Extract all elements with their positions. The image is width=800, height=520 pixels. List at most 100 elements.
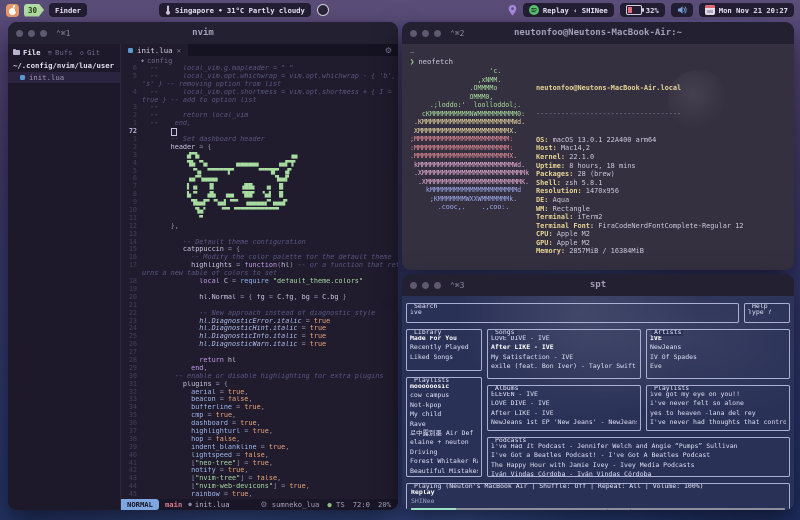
- podcasts-box[interactable]: Podcasts I've Had It Podcast - Jennifer …: [487, 437, 790, 477]
- zoom-button[interactable]: [434, 30, 441, 37]
- code-line: 9 ▜▙▄▛▘▝▚▄▌▝▀▘ ▗▄▄▄▄▞▘▄▄▟▘: [121, 199, 398, 207]
- code-line: 23 hl.DiagnosticError.italic = true: [121, 318, 398, 326]
- tab-git[interactable]: ◇Git: [80, 48, 101, 57]
- list-item[interactable]: Recently Played: [410, 343, 478, 352]
- fetch-info-rows: OS: macOS 13.0.1 22A400 arm64Host: Mac14…: [536, 136, 743, 256]
- symbol-icon: ◆: [141, 58, 144, 64]
- code-line: 16 -- Modify the color palette for the d…: [121, 254, 398, 262]
- list-item[interactable]: I've Had It Podcast - Jennifer Welch and…: [491, 442, 786, 451]
- list-item[interactable]: Liked Songs: [410, 353, 478, 362]
- tree-root-path[interactable]: ~/.config/nvim/lua/user: [8, 59, 120, 72]
- code-line: 2 -- return local_vim: [121, 112, 398, 120]
- spotify-icon: [529, 5, 539, 15]
- fetch-info-row: CPU: Apple M2: [536, 230, 743, 239]
- zoom-button[interactable]: [40, 30, 47, 37]
- tab-file[interactable]: File: [13, 48, 41, 57]
- winbar-breadcrumb: ◆ config: [121, 56, 398, 65]
- code-line: true } -- add to option list: [121, 97, 398, 105]
- apple-menu-icon[interactable]: [6, 4, 19, 17]
- tree-file-initlua[interactable]: init.lua: [8, 72, 120, 83]
- buffer-tab-initlua[interactable]: init.lua ×: [121, 44, 188, 56]
- close-button[interactable]: [410, 30, 417, 37]
- list-item[interactable]: My Satisfaction - IVE: [491, 353, 637, 362]
- playing-artist: SHINee: [411, 497, 785, 506]
- code-line: 26 hl.DiagnosticWarn.italic = true: [121, 341, 398, 349]
- list-item[interactable]: Rave: [410, 420, 478, 429]
- list-item[interactable]: cow campus: [410, 391, 478, 400]
- list-item[interactable]: 내 쓰레기: [410, 476, 478, 477]
- tab-bufs[interactable]: ≡Bufs: [48, 48, 73, 57]
- window-buttons: [16, 30, 47, 37]
- list-item[interactable]: NewJeans: [650, 343, 786, 352]
- help-box-label: Help: [750, 303, 770, 310]
- list-item[interactable]: The Happy Hour with Jamie Ivey - Ivey Me…: [491, 461, 786, 470]
- spt-titlebar[interactable]: ⌃⌘3 spt: [402, 274, 794, 296]
- code-area[interactable]: 6 -- local_vim.g.mapleader = " "5 -- loc…: [121, 65, 398, 499]
- zoom-button[interactable]: [434, 282, 441, 289]
- list-item[interactable]: Driving: [410, 448, 478, 457]
- search-input[interactable]: ive: [410, 308, 735, 317]
- battery-widget[interactable]: 32%: [620, 3, 665, 17]
- progress-bar[interactable]: 0:21/3:33 (-3:12): [411, 508, 785, 510]
- minimize-button[interactable]: [422, 30, 429, 37]
- nvim-titlebar[interactable]: ⌃⌘1 nvim: [8, 22, 398, 44]
- cwd-line: ~: [410, 48, 786, 57]
- list-item[interactable]: Forest Whitaker Ra: [410, 457, 478, 466]
- list-item[interactable]: exile (feat. Bon Iver) - Taylor Swift,: [491, 362, 637, 371]
- songs-box[interactable]: Songs LOVE DIVE - IVEAfter LIKE - IVEMy …: [487, 329, 641, 379]
- battery-percent: 32%: [646, 6, 659, 15]
- artists-box[interactable]: Artists IVENewJeansIV Of SpadesEve: [646, 329, 790, 379]
- weather-widget[interactable]: Singapore • 31°C Partly cloudy: [159, 3, 311, 17]
- code-line: 6 -- local_vim.g.mapleader = " ": [121, 65, 398, 73]
- minimize-button[interactable]: [422, 282, 429, 289]
- list-item[interactable]: I've never had thoughts that control me: [650, 418, 786, 427]
- list-item[interactable]: IV Of Spades: [650, 353, 786, 362]
- terminal-titlebar[interactable]: ⌃⌘2 neutonfoo@Neutons-MacBook-Air:~: [402, 22, 794, 44]
- code-line: 13: [121, 231, 398, 239]
- related-playlists-box[interactable]: Playlists ive got my eye on you!!i've ne…: [646, 385, 790, 431]
- toggle-circle-icon[interactable]: [317, 4, 329, 16]
- code-line: 36 dashboard = true,: [121, 420, 398, 428]
- list-item[interactable]: Iván Vindas Córdoba - Iván Vindas Córdob…: [491, 470, 786, 477]
- code-line: 3 --: [121, 104, 398, 112]
- code-line: 5 ▝▚▖ ▀▀▀▀▀▛▘ ▝▀▀▜▛▘ ▟▘: [121, 168, 398, 176]
- list-item[interactable]: Eve: [650, 362, 786, 371]
- close-button[interactable]: [410, 282, 417, 289]
- list-item[interactable]: NewJeans 1st EP 'New Jeans' - NewJeans: [491, 418, 637, 427]
- code-line: 25 hl.DiagnosticInfo.italic = true: [121, 333, 398, 341]
- list-item[interactable]: LOVE DIVE - IVE: [491, 399, 637, 408]
- list-item[interactable]: yes to heaven -lana del rey: [650, 409, 786, 418]
- list-item[interactable]: I've Got a Beatles Podcast! - I've Got A…: [491, 451, 786, 460]
- code-line: 43 ["nvim-tree"] = false,: [121, 475, 398, 483]
- list-item[interactable]: My child: [410, 410, 478, 419]
- code-line: 31 plugins = {: [121, 381, 398, 389]
- code-line: 's' } -- removing option from list: [121, 81, 398, 89]
- list-item[interactable]: i've never felt so alone: [650, 399, 786, 408]
- artists-box-label: Artists: [652, 329, 683, 336]
- fetch-info-row: Host: Mac14,2: [536, 144, 743, 153]
- list-item[interactable]: After LIKE - IVE: [491, 343, 637, 352]
- list-item[interactable]: Not-kpop: [410, 401, 478, 410]
- gear-icon[interactable]: ⚙: [385, 46, 398, 55]
- list-item[interactable]: Beautiful Mistakes: [410, 467, 478, 476]
- finder-menu-item[interactable]: Finder: [49, 3, 87, 17]
- now-playing-box: Playing (Neuton's MacBook Air | Shuffle:…: [406, 483, 790, 510]
- buffer-close-icon[interactable]: ×: [177, 46, 181, 55]
- command-text: neofetch: [418, 57, 453, 66]
- minimize-button[interactable]: [28, 30, 35, 37]
- code-line: 37 highlighturl = true,: [121, 428, 398, 436]
- close-button[interactable]: [16, 30, 23, 37]
- code-line: 39 indent_blankline = true,: [121, 444, 398, 452]
- space-indicator-badge[interactable]: 30: [24, 4, 44, 17]
- playlists-box[interactable]: Playlists moooooosiccow campusNot-kpopMy…: [406, 377, 482, 477]
- now-playing-widget[interactable]: Replay ‹ SHINee: [523, 3, 614, 17]
- search-box[interactable]: Search ive: [406, 303, 739, 323]
- map-pin-icon[interactable]: [508, 5, 517, 16]
- list-item[interactable]: After LIKE - IVE: [491, 409, 637, 418]
- volume-widget[interactable]: [671, 3, 693, 17]
- albums-box[interactable]: Albums ELEVEN - IVELOVE DIVE - IVEAfter …: [487, 385, 641, 431]
- list-item[interactable]: elaine + neuton: [410, 438, 478, 447]
- library-box[interactable]: Library Made For YouRecently PlayedLiked…: [406, 329, 482, 371]
- list-item[interactable]: 로中露別墨 Air Def: [410, 429, 478, 438]
- clock-widget[interactable]: Mon Nov 21 20:27: [699, 3, 794, 17]
